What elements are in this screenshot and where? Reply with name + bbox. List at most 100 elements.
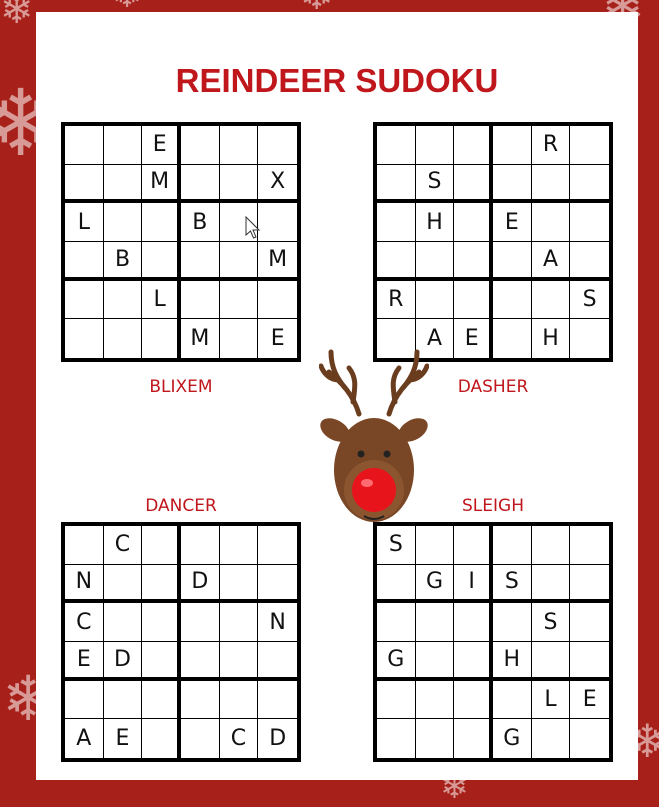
sudoku-cell[interactable] — [570, 642, 609, 681]
sudoku-cell[interactable] — [258, 642, 297, 681]
sudoku-cell[interactable]: M — [142, 164, 181, 204]
sudoku-cell[interactable]: H — [493, 642, 532, 681]
sudoku-cell[interactable]: C — [103, 526, 143, 565]
sudoku-cell[interactable] — [65, 126, 104, 165]
sudoku-cell[interactable] — [570, 565, 609, 604]
sudoku-cell[interactable] — [181, 242, 220, 281]
sudoku-cell[interactable] — [142, 719, 181, 758]
sudoku-cell[interactable]: E — [258, 319, 297, 358]
sudoku-cell[interactable] — [258, 565, 297, 604]
sudoku-cell[interactable] — [142, 203, 181, 242]
sudoku-cell[interactable] — [219, 526, 259, 565]
sudoku-cell[interactable] — [570, 319, 609, 358]
sudoku-cell[interactable] — [103, 164, 143, 204]
sudoku-cell[interactable]: C — [220, 719, 259, 758]
sudoku-cell[interactable] — [415, 126, 455, 165]
sudoku-cell[interactable] — [377, 203, 416, 242]
sudoku-cell[interactable]: S — [415, 164, 455, 204]
sudoku-cell[interactable] — [493, 126, 532, 165]
sudoku-cell[interactable] — [65, 242, 104, 281]
sudoku-cell[interactable] — [142, 319, 181, 358]
sudoku-cell[interactable] — [377, 603, 416, 642]
sudoku-cell[interactable]: A — [531, 242, 571, 281]
sudoku-cell[interactable] — [65, 680, 104, 720]
sudoku-cell[interactable]: X — [258, 165, 297, 204]
sudoku-cell[interactable] — [142, 603, 181, 642]
sudoku-cell[interactable]: A — [65, 719, 104, 758]
sudoku-cell[interactable]: N — [65, 564, 104, 604]
sudoku-cell[interactable] — [219, 242, 259, 281]
sudoku-cell[interactable]: B — [103, 242, 143, 281]
sudoku-cell[interactable] — [454, 203, 493, 242]
sudoku-cell[interactable] — [570, 719, 609, 758]
sudoku-cell[interactable] — [142, 680, 181, 720]
sudoku-cell[interactable] — [219, 680, 259, 720]
sudoku-cell[interactable] — [377, 564, 416, 604]
sudoku-cell[interactable] — [65, 526, 104, 565]
sudoku-cell[interactable]: D — [181, 564, 220, 604]
sudoku-cell[interactable] — [258, 203, 297, 242]
sudoku-cell[interactable] — [570, 526, 609, 565]
sudoku-cell[interactable] — [103, 680, 143, 720]
sudoku-cell[interactable]: D — [103, 642, 143, 681]
sudoku-cell[interactable] — [493, 526, 532, 565]
sudoku-cell[interactable] — [454, 126, 493, 165]
sudoku-cell[interactable] — [219, 564, 259, 604]
sudoku-cell[interactable]: H — [532, 319, 571, 358]
sudoku-cell[interactable] — [142, 564, 181, 604]
sudoku-cell[interactable]: S — [493, 564, 532, 604]
sudoku-cell[interactable]: R — [531, 126, 571, 165]
sudoku-cell[interactable] — [415, 603, 455, 642]
sudoku-cell[interactable] — [377, 680, 416, 720]
sudoku-cell[interactable] — [532, 719, 571, 758]
sudoku-cell[interactable] — [531, 164, 571, 204]
sudoku-cell[interactable] — [493, 680, 532, 720]
sudoku-cell[interactable]: M — [258, 242, 297, 281]
sudoku-cell[interactable] — [103, 603, 143, 642]
sudoku-cell[interactable]: I — [454, 564, 493, 604]
sudoku-cell[interactable] — [258, 281, 297, 320]
sudoku-cell[interactable] — [103, 203, 143, 242]
sudoku-cell[interactable] — [454, 719, 493, 758]
sudoku-cell[interactable] — [181, 642, 220, 681]
sudoku-cell[interactable] — [181, 680, 220, 720]
sudoku-cell[interactable] — [181, 526, 220, 565]
sudoku-cell[interactable] — [181, 126, 220, 165]
sudoku-cell[interactable] — [493, 164, 532, 204]
sudoku-cell[interactable] — [377, 126, 416, 165]
sudoku-cell[interactable] — [258, 681, 297, 720]
sudoku-cell[interactable]: L — [142, 280, 181, 320]
sudoku-cell[interactable] — [219, 603, 259, 642]
sudoku-cell[interactable]: R — [377, 280, 416, 320]
sudoku-cell[interactable] — [454, 603, 493, 642]
sudoku-cell[interactable]: L — [531, 680, 571, 720]
sudoku-cell[interactable]: E — [142, 126, 181, 165]
sudoku-cell[interactable] — [142, 526, 181, 565]
sudoku-cell[interactable] — [142, 242, 181, 281]
sudoku-cell[interactable] — [142, 642, 181, 681]
sudoku-cell[interactable] — [531, 203, 571, 242]
sudoku-cell[interactable] — [220, 319, 259, 358]
sudoku-cell[interactable] — [219, 280, 259, 320]
sudoku-cell[interactable]: G — [415, 564, 455, 604]
sudoku-cell[interactable] — [65, 280, 104, 320]
sudoku-cell[interactable] — [454, 642, 493, 681]
sudoku-cell[interactable] — [415, 242, 455, 281]
sudoku-cell[interactable]: G — [493, 719, 532, 758]
sudoku-cell[interactable]: E — [104, 719, 143, 758]
sudoku-cell[interactable]: G — [377, 642, 416, 681]
sudoku-cell[interactable] — [181, 603, 220, 642]
sudoku-cell[interactable]: B — [181, 203, 220, 242]
sudoku-cell[interactable]: E — [570, 681, 609, 720]
sudoku-cell[interactable]: D — [258, 719, 297, 758]
sudoku-cell[interactable]: E — [454, 319, 493, 358]
sudoku-cell[interactable] — [219, 126, 259, 165]
sudoku-cell[interactable]: E — [65, 642, 104, 681]
sudoku-cell[interactable] — [493, 603, 532, 642]
sudoku-cell[interactable] — [454, 680, 493, 720]
sudoku-cell[interactable]: N — [258, 603, 297, 642]
sudoku-cell[interactable] — [570, 165, 609, 204]
sudoku-cell[interactable] — [104, 319, 143, 358]
sudoku-cell[interactable]: C — [65, 603, 104, 642]
sudoku-cell[interactable]: S — [531, 603, 571, 642]
